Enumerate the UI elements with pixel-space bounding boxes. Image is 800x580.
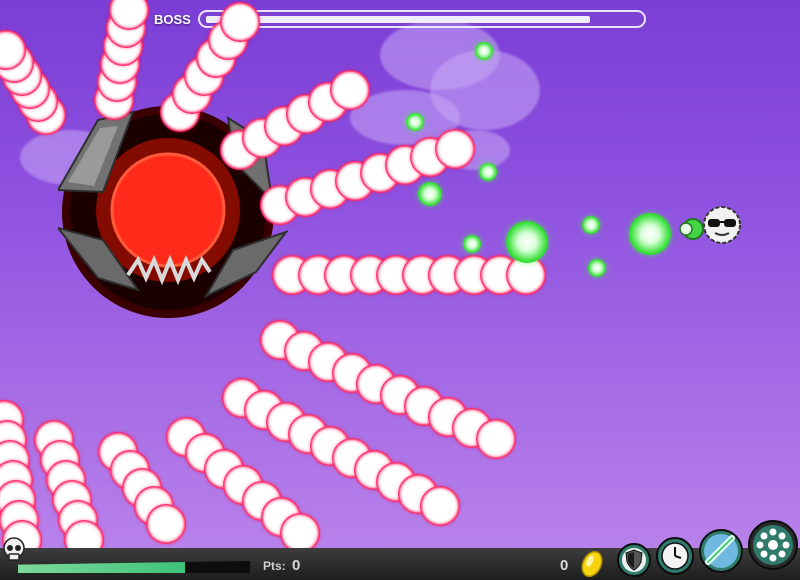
points-label: Pts:: [263, 559, 286, 573]
enemy-bullet: [220, 2, 260, 42]
sunglasses-face-icon: [703, 206, 741, 244]
player-shot: [582, 216, 600, 234]
player-shot: [475, 42, 493, 60]
player-shot: [463, 235, 481, 253]
points-value: 0: [292, 557, 301, 574]
yellow-gem-icon: [581, 550, 603, 578]
player-shield-icon: [679, 218, 704, 240]
enemy-bullet: [280, 513, 320, 553]
shield-powerup-button[interactable]: [616, 542, 652, 578]
enemy-bullet: [420, 486, 460, 526]
enemy-bullet: [435, 129, 475, 169]
boss-label: BOSS: [154, 12, 191, 27]
player-shot: [479, 163, 497, 181]
enemy-bullet: [476, 419, 516, 459]
laser-powerup-button[interactable]: [698, 528, 744, 574]
slow-time-powerup-button[interactable]: [655, 536, 695, 576]
enemy-bullet: [330, 70, 370, 110]
boss-health-bar: [198, 10, 646, 28]
player-shot: [629, 213, 671, 255]
player-shot: [406, 113, 424, 131]
skull-icon: [3, 537, 25, 561]
game-stage[interactable]: BOSS Pts: 0 0: [0, 0, 800, 580]
boss-health-fill: [206, 16, 590, 23]
coins-value: 0: [560, 557, 569, 574]
player-shot: [506, 221, 548, 263]
spread-shot-powerup-button[interactable]: [747, 519, 799, 571]
enemy-bullet: [146, 504, 186, 544]
player-shot: [588, 259, 606, 277]
player-shot: [418, 182, 442, 206]
